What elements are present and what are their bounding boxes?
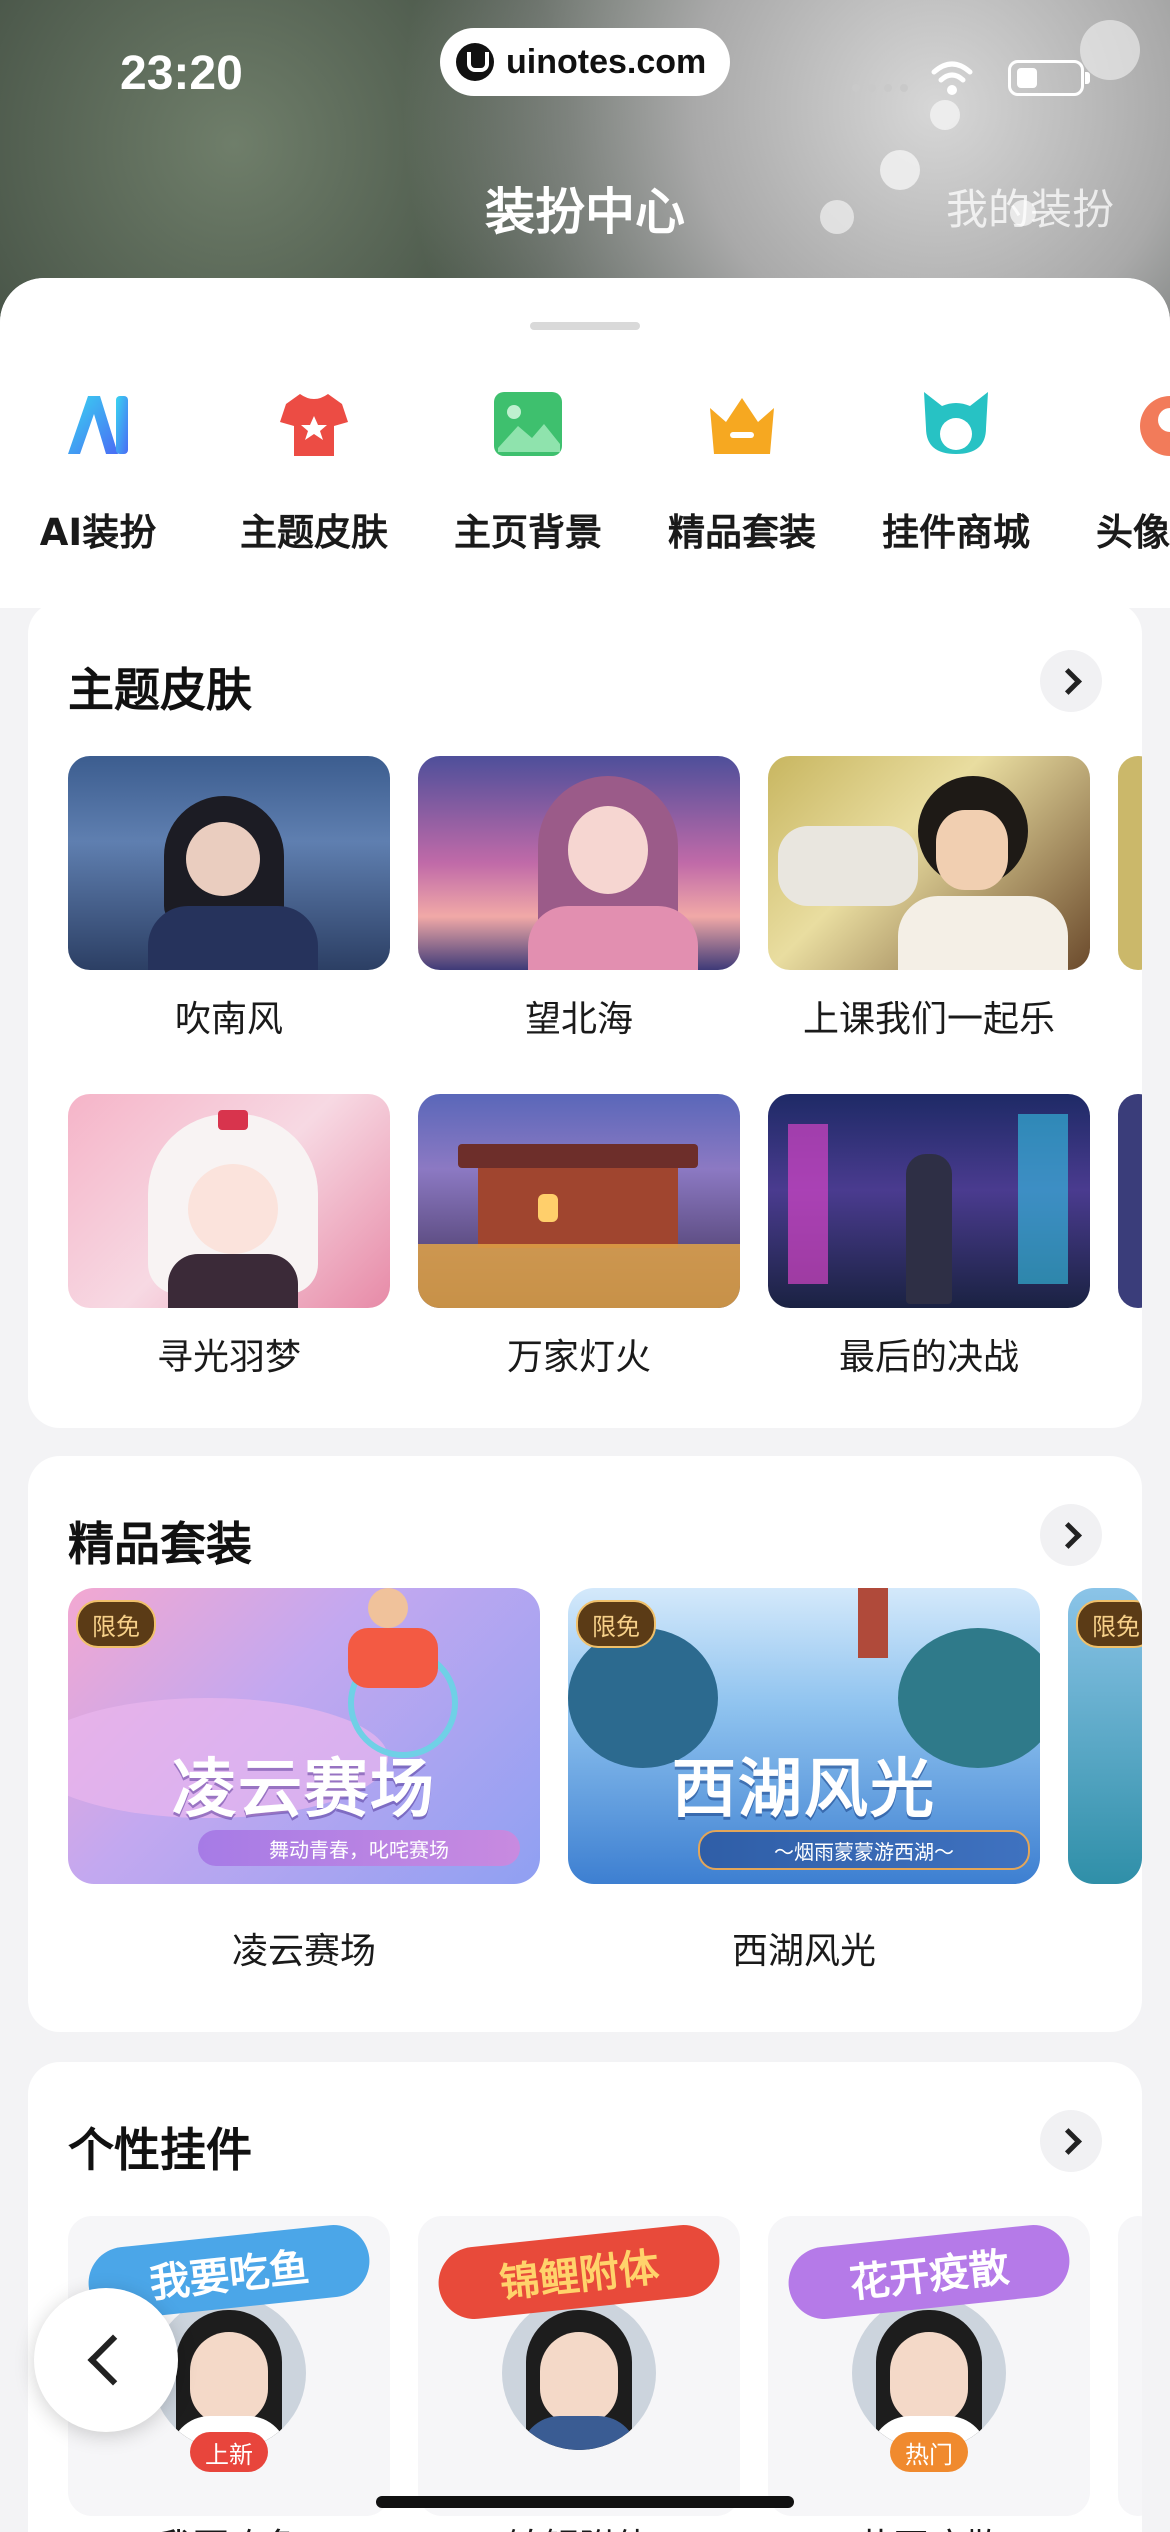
more-arrow-icon[interactable] [1040, 2110, 1102, 2172]
pendants-card: 个性挂件 我要吃鱼 上新 我要吃鱼 锦鲤附体 锦鲤附体 花开疫散 热门 花开疫散 [28, 2062, 1142, 2532]
suite-banner-subtitle: ～烟雨蒙蒙游西湖～ [698, 1830, 1030, 1870]
back-button[interactable] [34, 2288, 178, 2432]
image-icon [494, 392, 562, 456]
more-arrow-icon[interactable] [1040, 1504, 1102, 1566]
home-indicator[interactable] [376, 2496, 794, 2508]
status-time: 23:20 [120, 47, 243, 100]
more-arrow-icon[interactable] [1040, 650, 1102, 712]
skin-label: 吹南风 [174, 999, 283, 1040]
pendant-label: 锦鲤附体 [418, 2518, 740, 2532]
battery-icon [1008, 60, 1090, 96]
suite-banner-title: 凌云赛场 [172, 1753, 436, 1827]
section-title: 主题皮肤 [68, 663, 252, 717]
skin-thumbnail[interactable] [1118, 756, 1142, 970]
suite-banner[interactable]: 限免 西湖风光 ～烟雨蒙蒙游西湖～ [568, 1588, 1040, 1884]
skin-thumbnail[interactable] [418, 1094, 740, 1308]
skin-thumbnail[interactable] [1118, 1094, 1142, 1308]
pendant-label: 我要吃鱼 [68, 2518, 390, 2532]
category-label: 主题皮肤 [240, 511, 388, 554]
category-suite[interactable]: 精品套装 [642, 388, 842, 556]
pendant-banner: 花开疫散 [785, 2221, 1073, 2323]
url-pill[interactable]: uinotes.com [440, 28, 730, 96]
signal-icon [852, 84, 908, 92]
category-label: 头像 [1096, 511, 1170, 554]
skin-thumbnail[interactable] [768, 1094, 1090, 1308]
skin-thumbnail[interactable] [768, 756, 1090, 970]
category-ai[interactable]: AI装扮 [0, 388, 198, 556]
skin-label: 最后的决战 [838, 1337, 1019, 1378]
section-title: 精品套装 [68, 1517, 252, 1571]
pendant-banner: 锦鲤附体 [435, 2221, 723, 2323]
skin-label: 寻光羽梦 [156, 1337, 301, 1378]
category-label: 主页背景 [454, 511, 602, 554]
free-badge: 限免 [76, 1600, 156, 1648]
skin-label: 万家灯火 [506, 1337, 651, 1378]
avatar-icon [1140, 396, 1170, 456]
category-avatar[interactable]: 头像 [1070, 388, 1170, 556]
tag-badge: 上新 [190, 2432, 268, 2472]
category-row: AI装扮 主题皮肤 主页背景 精品套装 挂件商城 头像 [0, 388, 1170, 588]
pendant-item[interactable]: 花开疫散 热门 [768, 2216, 1090, 2516]
drag-handle[interactable] [530, 322, 640, 330]
category-label: 精品套装 [668, 511, 816, 554]
suite-label: 凌云赛场 [231, 1931, 376, 1972]
pendant-item[interactable] [1118, 2216, 1142, 2516]
tshirt-icon [280, 394, 348, 456]
avatar [502, 2296, 656, 2450]
category-label: AI装扮 [39, 511, 157, 554]
pendant-item[interactable]: 锦鲤附体 [418, 2216, 740, 2516]
wifi-icon [931, 61, 973, 95]
skin-thumbnail[interactable] [68, 1094, 390, 1308]
avatar [852, 2296, 1006, 2450]
content-sheet: AI装扮 主题皮肤 主页背景 精品套装 挂件商城 头像 主题皮肤 吹南风 望北海… [0, 278, 1170, 2532]
suite-banner[interactable]: 限免 凌云赛场 舞动青春，叱咤赛场 [68, 1588, 540, 1884]
skin-thumbnail[interactable] [418, 756, 740, 970]
skin-thumbnail[interactable] [68, 756, 390, 970]
skin-label: 上课我们一起乐 [802, 999, 1055, 1040]
tag-badge: 热门 [890, 2432, 968, 2472]
free-badge: 限免 [576, 1600, 656, 1648]
category-label: 挂件商城 [882, 511, 1030, 554]
suite-banner[interactable]: 限免 [1068, 1588, 1142, 1884]
site-logo-icon [456, 43, 494, 81]
ai-icon [68, 396, 128, 454]
category-skin[interactable]: 主题皮肤 [214, 388, 414, 556]
pendant-label: 花开疫散 [768, 2518, 1090, 2532]
suites-card: 精品套装 限免 凌云赛场 舞动青春，叱咤赛场 凌云赛场 限免 西湖风光 ～烟雨蒙… [28, 1456, 1142, 2032]
free-badge: 限免 [1076, 1600, 1142, 1648]
category-background[interactable]: 主页背景 [428, 388, 628, 556]
skin-label: 望北海 [524, 999, 633, 1040]
suite-label: 西湖风光 [731, 1931, 876, 1972]
section-title: 个性挂件 [68, 2123, 252, 2177]
pendant-icon [924, 392, 988, 454]
crown-icon [710, 398, 774, 454]
skins-card: 主题皮肤 吹南风 望北海 上课我们一起乐 寻光羽梦 万家灯火 最后的决战 [28, 602, 1142, 1428]
suite-banner-title: 西湖风光 [672, 1753, 936, 1827]
url-text: uinotes.com [506, 42, 707, 81]
my-dress-link[interactable]: 我的装扮 [946, 176, 1114, 237]
suite-banner-subtitle: 舞动青春，叱咤赛场 [198, 1830, 520, 1866]
category-pendant[interactable]: 挂件商城 [856, 388, 1056, 556]
